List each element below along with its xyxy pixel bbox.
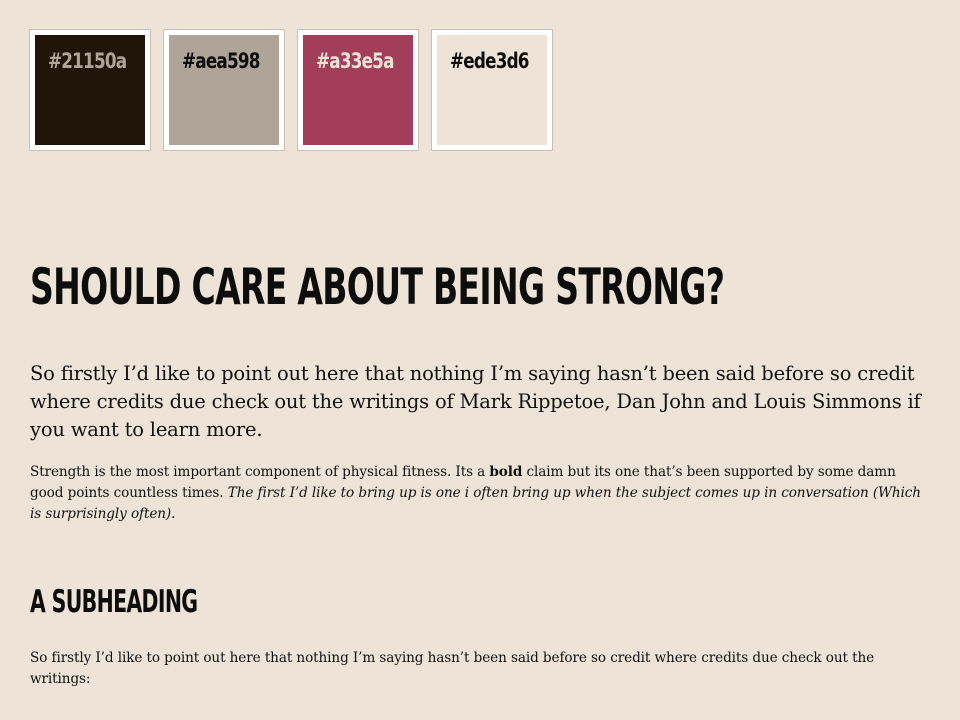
- body-paragraph: So firstly I’d like to point out here th…: [30, 650, 875, 687]
- color-swatch-row: #21150a #aea598 #a33e5a #ede3d6: [29, 29, 553, 151]
- color-swatch: #ede3d6: [431, 29, 553, 151]
- article-title: Should care about being strong?: [30, 258, 725, 316]
- color-swatch: #aea598: [163, 29, 285, 151]
- bold-text: bold: [489, 464, 523, 480]
- swatch-hex-label: #a33e5a: [316, 49, 394, 73]
- color-swatch: #a33e5a: [297, 29, 419, 151]
- swatch-fill: #a33e5a: [303, 35, 413, 145]
- swatch-hex-label: #aea598: [182, 49, 260, 73]
- swatch-fill: #aea598: [169, 35, 279, 145]
- subheading: A subheading: [30, 584, 198, 620]
- lead-paragraph: So firstly I’d like to point out here th…: [30, 362, 921, 441]
- swatch-hex-label: #ede3d6: [450, 49, 530, 73]
- body-paragraph: Strength is the most important component…: [30, 462, 930, 525]
- color-swatch: #21150a: [29, 29, 151, 151]
- swatch-hex-label: #21150a: [48, 49, 127, 73]
- body-text: Strength is the most important component…: [30, 464, 490, 480]
- swatch-fill: #21150a: [35, 35, 145, 145]
- swatch-fill: #ede3d6: [437, 35, 547, 145]
